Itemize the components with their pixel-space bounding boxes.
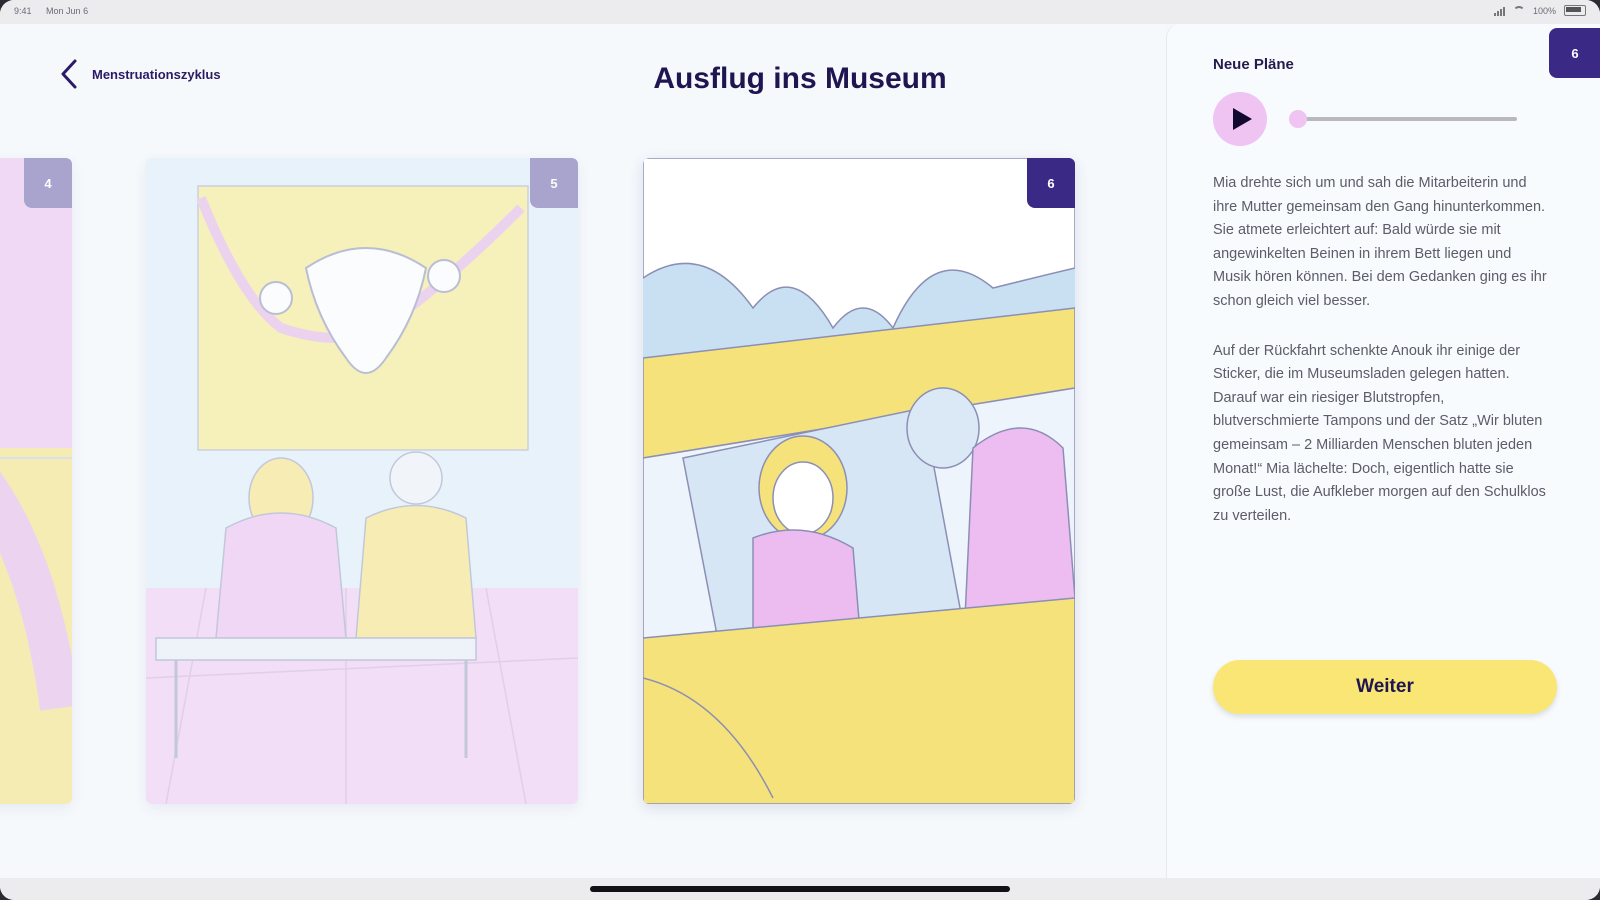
story-card-page-4[interactable]: 4 xyxy=(0,158,72,804)
cellular-signal-icon xyxy=(1493,6,1505,16)
audio-slider-thumb[interactable] xyxy=(1289,110,1307,128)
chevron-left-icon xyxy=(61,59,77,89)
play-icon xyxy=(1233,108,1252,130)
app-screen: 9:41 Mon Jun 6 100% Menstruationszyklus … xyxy=(0,0,1600,900)
status-date: Mon Jun 6 xyxy=(46,6,89,16)
battery-percentage: 100% xyxy=(1532,5,1556,16)
page-number-badge: 5 xyxy=(530,158,578,208)
story-paragraph: Auf der Rückfahrt schenkte Anouk ihr ein… xyxy=(1213,342,1546,524)
back-button[interactable]: Menstruationszyklus xyxy=(58,58,221,90)
story-card-page-6[interactable]: 6 xyxy=(643,158,1075,804)
story-paragraph: Mia drehte sich um und sah die Mitarbeit… xyxy=(1213,175,1547,309)
home-indicator[interactable] xyxy=(590,886,1010,892)
story-text-panel: 6 Neue Pläne Mia drehte sich um und sah … xyxy=(1166,24,1600,878)
status-time: 9:41 xyxy=(14,6,32,16)
current-page-badge: 6 xyxy=(1549,28,1600,78)
page-title: Ausflug ins Museum xyxy=(653,62,947,95)
back-button-label: Menstruationszyklus xyxy=(92,66,221,82)
car-ride-illustration xyxy=(643,158,1075,804)
battery-icon xyxy=(1564,5,1586,16)
page-number-badge: 4 xyxy=(24,158,72,208)
page-number-badge: 6 xyxy=(1027,158,1075,208)
next-button[interactable]: Weiter xyxy=(1213,660,1557,714)
museum-visitors-illustration xyxy=(146,158,578,804)
play-button[interactable] xyxy=(1213,92,1267,146)
story-text: Mia drehte sich um und sah die Mitarbeit… xyxy=(1213,172,1553,554)
story-card-page-5[interactable]: 5 xyxy=(146,158,578,804)
story-viewer: Menstruationszyklus Ausflug ins Museum 4 xyxy=(0,24,1166,878)
audio-progress-slider[interactable] xyxy=(1289,110,1517,128)
chapter-title: Neue Pläne xyxy=(1213,56,1294,73)
status-bar: 9:41 Mon Jun 6 100% xyxy=(0,0,1600,24)
wifi-icon xyxy=(1512,6,1525,15)
museum-wall-illustration xyxy=(0,158,72,804)
